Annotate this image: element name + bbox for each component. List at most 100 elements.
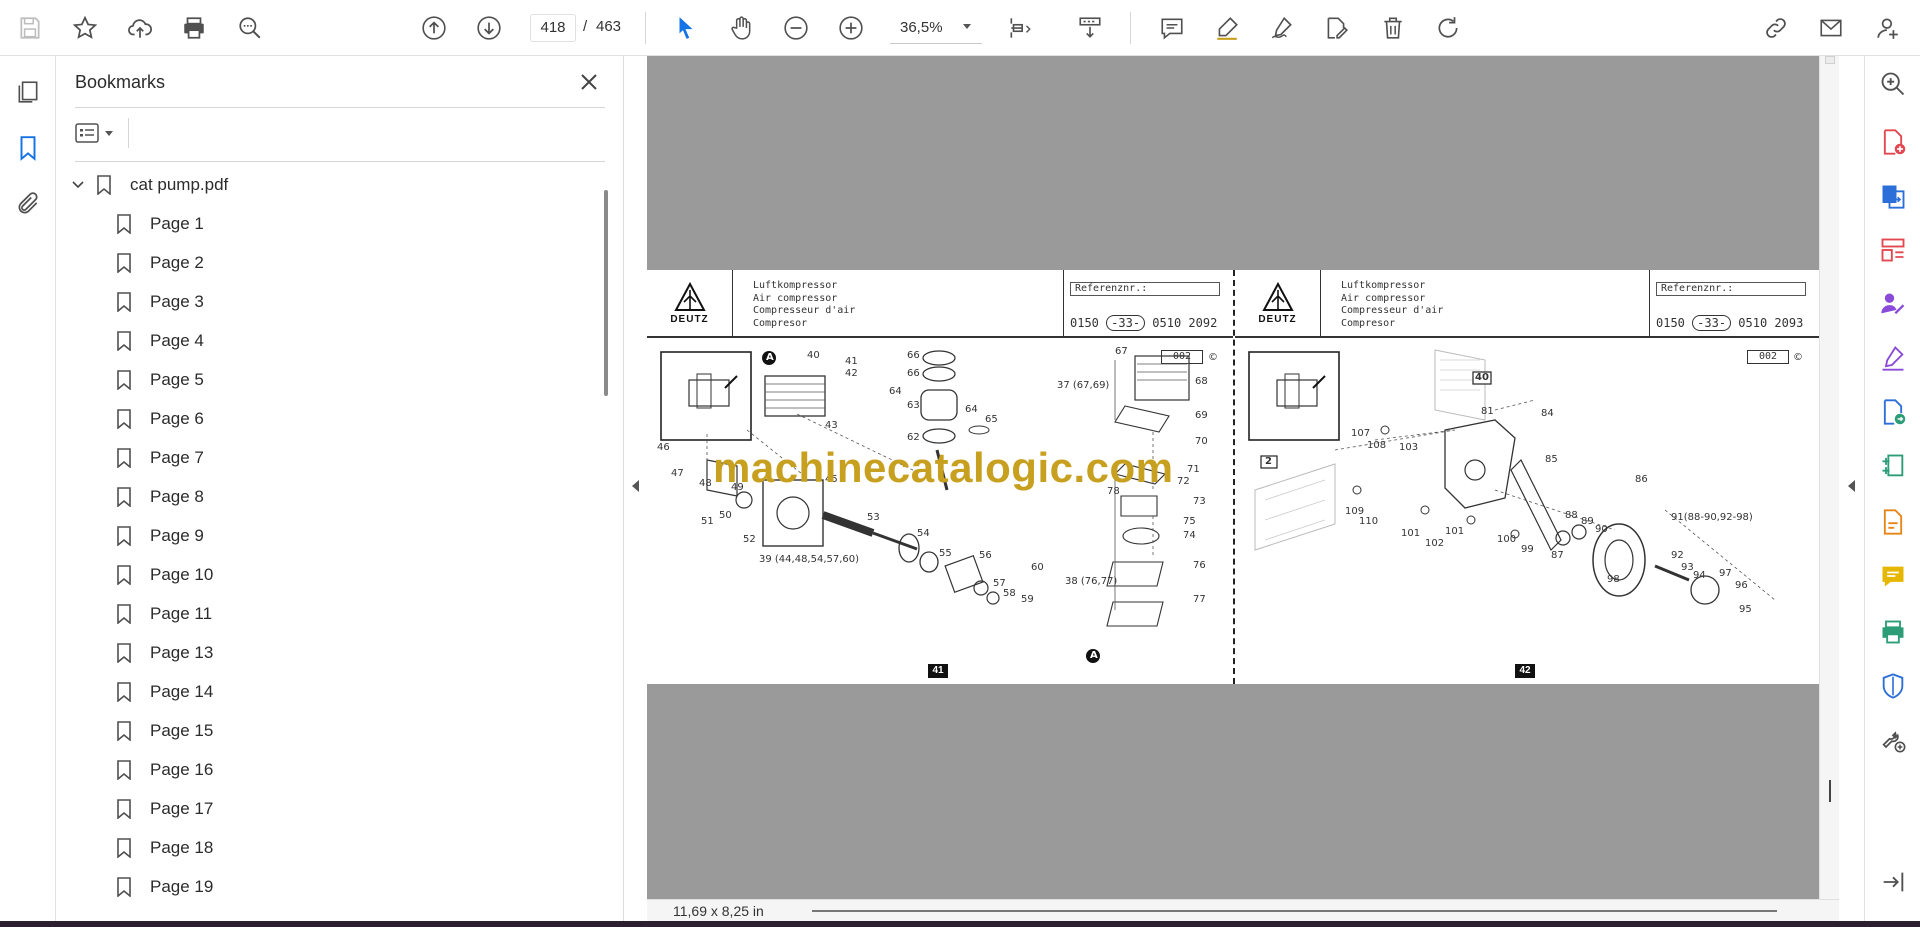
share-link-icon[interactable] bbox=[1760, 12, 1792, 44]
edit-document-icon[interactable] bbox=[1877, 506, 1909, 538]
hand-icon[interactable] bbox=[725, 12, 757, 44]
next-page-icon[interactable] bbox=[473, 12, 505, 44]
bookmark-item[interactable]: Page 4 bbox=[116, 322, 204, 360]
bookmark-item[interactable]: Page 9 bbox=[116, 517, 204, 555]
bookmark-item-label: Page 18 bbox=[150, 838, 214, 857]
fill-sign-icon[interactable] bbox=[1877, 342, 1909, 374]
print-icon[interactable] bbox=[178, 12, 210, 44]
sign-icon[interactable] bbox=[1266, 12, 1298, 44]
bookmark-root-label: cat pump.pdf bbox=[130, 175, 229, 194]
acrobat-window: 418 / 463 36,5% Bookmarks cat pump.pdf P… bbox=[0, 0, 1920, 927]
bookmarks-icon[interactable] bbox=[12, 132, 44, 164]
save-icon[interactable] bbox=[14, 12, 46, 44]
bookmark-item[interactable]: Page 6 bbox=[116, 400, 204, 438]
more-tools-icon[interactable] bbox=[1877, 724, 1909, 756]
scrollbar-thumb[interactable] bbox=[1829, 780, 1831, 802]
prev-page-icon[interactable] bbox=[418, 12, 450, 44]
bookmark-item[interactable]: Page 7 bbox=[116, 439, 204, 477]
bookmark-item[interactable]: Page 8 bbox=[116, 478, 204, 516]
bookmark-icon bbox=[116, 525, 136, 547]
reference-box: Referenznr.: 0150 -33- 0510 2093 bbox=[1649, 270, 1819, 336]
compress-icon[interactable] bbox=[1877, 450, 1909, 482]
bookmark-item[interactable]: Page 10 bbox=[116, 556, 213, 594]
bookmark-icon bbox=[116, 603, 136, 625]
protect-icon[interactable] bbox=[1877, 670, 1909, 702]
page-header-right: DEUTZ Luftkompressor Air compressor Comp… bbox=[1235, 270, 1819, 338]
bookmark-item[interactable]: Page 18 bbox=[116, 829, 213, 867]
bookmark-item-label: Page 8 bbox=[150, 487, 204, 506]
zoom-search-icon[interactable] bbox=[1877, 68, 1909, 100]
comment-tool-icon[interactable] bbox=[1877, 560, 1909, 592]
bookmark-item[interactable]: Page 16 bbox=[116, 751, 213, 789]
scrollbar-arrow[interactable] bbox=[1825, 56, 1835, 64]
upload-icon[interactable] bbox=[124, 12, 156, 44]
bookmark-icon bbox=[116, 447, 136, 469]
bookmark-item[interactable]: Page 15 bbox=[116, 712, 213, 750]
close-icon[interactable] bbox=[576, 69, 602, 95]
horizontal-scrollbar[interactable] bbox=[812, 910, 1777, 912]
fit-page-icon[interactable] bbox=[1004, 12, 1036, 44]
bookmark-item[interactable]: Page 17 bbox=[116, 790, 213, 828]
reference-number: 0150 -33- 0510 2092 bbox=[1070, 315, 1218, 331]
part-title: Luftkompressor Air compressor Compresseu… bbox=[1341, 280, 1444, 329]
account-icon[interactable] bbox=[1872, 12, 1904, 44]
bookmark-item[interactable]: Page 1 bbox=[116, 205, 204, 243]
bookmark-options-button[interactable] bbox=[75, 118, 123, 148]
expand-panel-icon[interactable] bbox=[1877, 866, 1909, 898]
export-pdf-icon[interactable] bbox=[1877, 180, 1909, 212]
create-pdf-icon[interactable] bbox=[1877, 126, 1909, 158]
bookmark-item[interactable]: Page 19 bbox=[116, 868, 213, 906]
email-icon[interactable] bbox=[1815, 12, 1847, 44]
attachments-icon[interactable] bbox=[12, 188, 44, 220]
zoom-out-icon[interactable] bbox=[780, 12, 812, 44]
collapse-left-panel-icon[interactable] bbox=[632, 480, 639, 492]
toolbar-divider bbox=[1130, 12, 1131, 44]
vertical-scrollbar[interactable] bbox=[1819, 56, 1839, 899]
page-number-badge: 42 bbox=[1515, 664, 1535, 678]
bookmark-icon bbox=[116, 213, 136, 235]
print-production-icon[interactable] bbox=[1877, 616, 1909, 648]
bookmarks-scrollbar[interactable] bbox=[604, 190, 608, 396]
bookmark-icon bbox=[96, 174, 116, 196]
bookmark-list: cat pump.pdf Page 1 Page 2 Page 3 Page 4 Pag… bbox=[56, 166, 596, 916]
organize-pages-icon[interactable] bbox=[1877, 234, 1909, 266]
bookmark-icon bbox=[116, 408, 136, 430]
bookmark-item[interactable]: Page 5 bbox=[116, 361, 204, 399]
deutz-logo: DEUTZ bbox=[647, 270, 733, 336]
rotate-icon[interactable] bbox=[1432, 12, 1464, 44]
edit-pdf-icon[interactable] bbox=[1320, 12, 1352, 44]
bookmark-item[interactable]: Page 2 bbox=[116, 244, 204, 282]
select-cursor-icon[interactable] bbox=[670, 12, 702, 44]
divider bbox=[128, 118, 129, 148]
bookmark-item[interactable]: Page 14 bbox=[116, 673, 213, 711]
chevron-down-icon[interactable] bbox=[963, 24, 971, 29]
request-signatures-icon[interactable] bbox=[1877, 288, 1909, 320]
delete-icon[interactable] bbox=[1377, 12, 1409, 44]
bookmark-item[interactable]: Page 13 bbox=[116, 634, 213, 672]
bookmark-item[interactable]: Page 11 bbox=[116, 595, 212, 633]
bookmark-item[interactable]: Page 3 bbox=[116, 283, 204, 321]
bookmark-icon bbox=[116, 837, 136, 859]
bookmark-root[interactable]: cat pump.pdf bbox=[68, 166, 228, 204]
part-title: Luftkompressor Air compressor Compresseu… bbox=[753, 280, 856, 329]
page-thumbnails-icon[interactable] bbox=[12, 76, 44, 108]
zoom-dropdown[interactable]: 36,5% bbox=[890, 14, 982, 44]
zoom-in-icon[interactable] bbox=[835, 12, 867, 44]
star-icon[interactable] bbox=[69, 12, 101, 44]
divider bbox=[75, 107, 605, 108]
collapse-right-panel-icon[interactable] bbox=[1848, 480, 1855, 492]
status-bar: 11,69 x 8,25 in bbox=[647, 899, 1839, 921]
bookmark-icon bbox=[116, 252, 136, 274]
page-number-input[interactable]: 418 bbox=[530, 14, 576, 42]
exploded-parts-diagram-right: 40 2 81 84 85 86 87 88 89 90 91(88-90,92… bbox=[1235, 340, 1819, 684]
air-compressor-drawing bbox=[660, 350, 1190, 663]
right-tools-rail bbox=[1864, 56, 1920, 921]
scroll-mode-icon[interactable] bbox=[1074, 12, 1106, 44]
comment-icon[interactable] bbox=[1156, 12, 1188, 44]
chevron-down-icon[interactable] bbox=[68, 175, 88, 195]
bookmark-icon bbox=[116, 720, 136, 742]
send-review-icon[interactable] bbox=[1877, 396, 1909, 428]
page-header-left: DEUTZ Luftkompressor Air compressor Comp… bbox=[647, 270, 1233, 338]
highlight-icon[interactable] bbox=[1211, 12, 1243, 44]
search-zoom-icon[interactable] bbox=[234, 12, 266, 44]
